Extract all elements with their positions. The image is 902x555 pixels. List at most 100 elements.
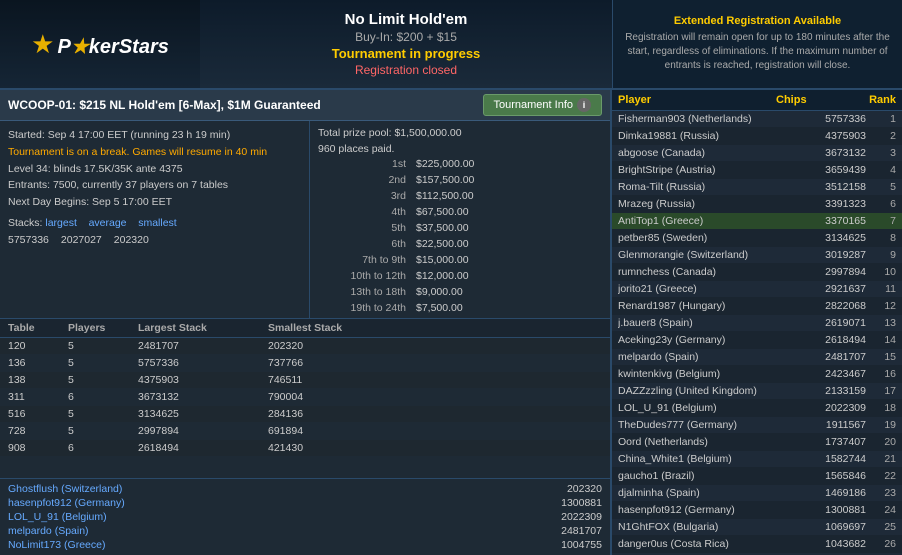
table-row[interactable]: 136 5 5757336 737766	[0, 355, 610, 372]
lb-rank: 6	[866, 198, 896, 210]
tourney-title: WCOOP-01: $215 NL Hold'em [6-Max], $1M G…	[8, 98, 321, 112]
table-players: 6	[68, 442, 138, 454]
table-col-header: Players	[68, 322, 138, 334]
table-col-header: Largest Stack	[138, 322, 268, 334]
smallest-stack-link[interactable]: smallest	[138, 217, 177, 229]
table-largest: 3673132	[138, 391, 268, 403]
prize-place: 3rd	[320, 189, 410, 203]
leaderboard-row[interactable]: hasenpfot912 (Germany) 1300881 24	[612, 502, 902, 519]
lb-chips: 3019287	[786, 249, 866, 261]
lb-rank: 1	[866, 113, 896, 125]
leaderboard-row[interactable]: melpardo (Spain) 2481707 15	[612, 349, 902, 366]
prize-row: 19th to 24th$7,500.00	[320, 301, 600, 315]
highlight-player-name[interactable]: NoLimit173 (Greece)	[8, 539, 105, 551]
table-smallest: 737766	[268, 357, 398, 369]
tournament-status: Tournament in progress	[332, 46, 481, 61]
prize-amount: $9,000.00	[412, 285, 600, 299]
lb-chips: 3512158	[786, 181, 866, 193]
leaderboard-row[interactable]: China_White1 (Belgium) 1582744 21	[612, 451, 902, 468]
lb-player-name: Roma-Tilt (Russia)	[618, 181, 786, 193]
prize-amount: $15,000.00	[412, 253, 600, 267]
lb-rank: 13	[866, 317, 896, 329]
average-val: 2027027	[61, 232, 102, 249]
highlight-player-name[interactable]: melpardo (Spain)	[8, 525, 89, 537]
highlight-player-name[interactable]: Ghostflush (Switzerland)	[8, 483, 122, 495]
prize-amount: $12,000.00	[412, 269, 600, 283]
leaderboard-row[interactable]: Roma-Tilt (Russia) 3512158 5	[612, 179, 902, 196]
tourney-details: Started: Sep 4 17:00 EET (running 23 h 1…	[0, 121, 610, 318]
lb-chips: 2133159	[786, 385, 866, 397]
table-number: 728	[8, 425, 68, 437]
prize-row: 2nd$157,500.00	[320, 173, 600, 187]
table-players: 5	[68, 408, 138, 420]
tourney-left-info: Started: Sep 4 17:00 EET (running 23 h 1…	[0, 121, 310, 318]
lb-rank: 15	[866, 351, 896, 363]
leaderboard-row[interactable]: Glenmorangie (Switzerland) 3019287 9	[612, 247, 902, 264]
table-row[interactable]: 908 6 2618494 421430	[0, 440, 610, 457]
highlight-player-name[interactable]: hasenpfot912 (Germany)	[8, 497, 125, 509]
leaderboard-row[interactable]: AntiTop1 (Greece) 3370165 7	[612, 213, 902, 230]
highlight-player-row: melpardo (Spain) 2481707	[8, 525, 602, 537]
lb-rank: 17	[866, 385, 896, 397]
leaderboard-row[interactable]: abgoose (Canada) 3673132 3	[612, 145, 902, 162]
lb-player-name: BrightStripe (Austria)	[618, 164, 786, 176]
leaderboard-row[interactable]: rumnchess (Canada) 2997894 10	[612, 264, 902, 281]
leaderboard-row[interactable]: Fisherman903 (Netherlands) 5757336 1	[612, 111, 902, 128]
leaderboard-rows: Fisherman903 (Netherlands) 5757336 1 Dim…	[612, 111, 902, 555]
lb-rank: 25	[866, 521, 896, 533]
lb-chips: 1582744	[786, 453, 866, 465]
leaderboard-row[interactable]: TheDudes777 (Germany) 1911567 19	[612, 417, 902, 434]
prize-amount: $67,500.00	[412, 205, 600, 219]
pokerstars-logo: ★ P★kerStars	[31, 29, 169, 60]
leaderboard-row[interactable]: N1GhtFOX (Bulgaria) 1069697 25	[612, 519, 902, 536]
average-stack-link[interactable]: average	[89, 217, 127, 229]
leaderboard-row[interactable]: djalminha (Spain) 1469186 23	[612, 485, 902, 502]
table-smallest: 284136	[268, 408, 398, 420]
leaderboard-row[interactable]: petber85 (Sweden) 3134625 8	[612, 230, 902, 247]
leaderboard-row[interactable]: j.bauer8 (Spain) 2619071 13	[612, 315, 902, 332]
table-row[interactable]: 138 5 4375903 746511	[0, 372, 610, 389]
game-type: No Limit Hold'em	[345, 11, 468, 28]
table-largest: 2481707	[138, 340, 268, 352]
prize-place: 2nd	[320, 173, 410, 187]
largest-stack-link[interactable]: largest	[45, 217, 77, 229]
leaderboard-row[interactable]: DAZZzzling (United Kingdom) 2133159 17	[612, 383, 902, 400]
tourney-entrants: Entrants: 7500, currently 37 players on …	[8, 177, 301, 194]
table-row[interactable]: 120 5 2481707 202320	[0, 338, 610, 355]
leaderboard-row[interactable]: jorito21 (Greece) 2921637 11	[612, 281, 902, 298]
highlight-player-chips: 1004755	[561, 539, 602, 551]
highlight-player-name[interactable]: LOL_U_91 (Belgium)	[8, 511, 107, 523]
main-content: WCOOP-01: $215 NL Hold'em [6-Max], $1M G…	[0, 90, 902, 555]
prize-place: 5th	[320, 221, 410, 235]
lb-col-header: Chips	[776, 94, 856, 106]
registration-status: Registration closed	[355, 63, 457, 77]
table-players: 6	[68, 391, 138, 403]
highlight-player-row: hasenpfot912 (Germany) 1300881	[8, 497, 602, 509]
prize-amount: $157,500.00	[412, 173, 600, 187]
leaderboard-row[interactable]: Aceking23y (Germany) 2618494 14	[612, 332, 902, 349]
leaderboard-row[interactable]: LOL_U_91 (Belgium) 2022309 18	[612, 400, 902, 417]
table-row[interactable]: 311 6 3673132 790004	[0, 389, 610, 406]
table-smallest: 691894	[268, 425, 398, 437]
leaderboard-row[interactable]: gaucho1 (Brazil) 1565846 22	[612, 468, 902, 485]
leaderboard-row[interactable]: Mrazeg (Russia) 3391323 6	[612, 196, 902, 213]
leaderboard-row[interactable]: danger0us (Costa Rica) 1043682 26	[612, 536, 902, 553]
tournament-info-button[interactable]: Tournament Info i	[483, 94, 603, 116]
ext-reg-text: Registration will remain open for up to …	[621, 31, 894, 73]
extended-registration: Extended Registration Available Registra…	[612, 0, 902, 88]
lb-chips: 3134625	[786, 232, 866, 244]
table-row[interactable]: 516 5 3134625 284136	[0, 406, 610, 423]
leaderboard-row[interactable]: Renard1987 (Hungary) 2822068 12	[612, 298, 902, 315]
leaderboard-row[interactable]: Dimka19881 (Russia) 4375903 2	[612, 128, 902, 145]
table-row[interactable]: 728 5 2997894 691894	[0, 423, 610, 440]
lb-player-name: melpardo (Spain)	[618, 351, 786, 363]
lb-chips: 2997894	[786, 266, 866, 278]
lb-chips: 1565846	[786, 470, 866, 482]
leaderboard-row[interactable]: Oord (Netherlands) 1737407 20	[612, 434, 902, 451]
prize-row: 4th$67,500.00	[320, 205, 600, 219]
ext-reg-title: Extended Registration Available	[621, 15, 894, 27]
table-number: 908	[8, 442, 68, 454]
leaderboard-row[interactable]: BrightStripe (Austria) 3659439 4	[612, 162, 902, 179]
lb-chips: 2481707	[786, 351, 866, 363]
leaderboard-row[interactable]: kwintenkivg (Belgium) 2423467 16	[612, 366, 902, 383]
